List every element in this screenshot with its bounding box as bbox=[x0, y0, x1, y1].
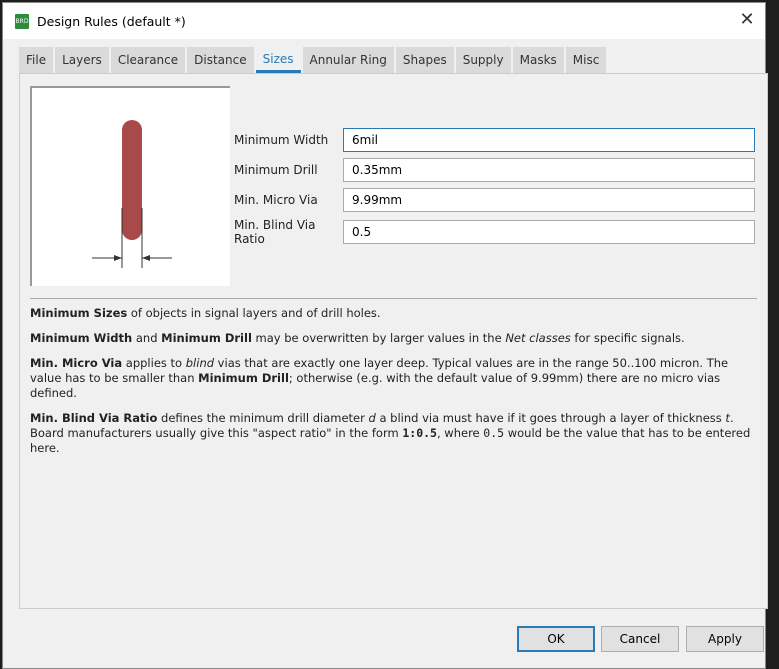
tab-supply[interactable]: Supply bbox=[455, 47, 511, 73]
apply-button[interactable]: Apply bbox=[686, 626, 764, 652]
help-paragraph: Minimum Sizes of objects in signal layer… bbox=[30, 306, 381, 320]
background-window bbox=[767, 0, 779, 669]
tab-sizes[interactable]: Sizes bbox=[255, 47, 301, 73]
arrowhead-right-icon bbox=[142, 255, 150, 261]
tab-bar: File Layers Clearance Distance Sizes Ann… bbox=[19, 47, 607, 73]
tab-clearance[interactable]: Clearance bbox=[110, 47, 186, 73]
minimum-drill-row: Minimum Drill bbox=[234, 158, 755, 182]
help-paragraph: Minimum Width and Minimum Drill may be o… bbox=[30, 331, 685, 345]
blind-via-ratio-label: Min. Blind Via Ratio bbox=[234, 218, 316, 246]
minimum-width-row: Minimum Width bbox=[234, 128, 755, 152]
micro-via-row: Min. Micro Via bbox=[234, 188, 755, 212]
micro-via-input[interactable] bbox=[343, 188, 755, 212]
via-size-illustration bbox=[30, 86, 230, 286]
tab-layers[interactable]: Layers bbox=[55, 47, 109, 73]
arrowhead-left-icon bbox=[114, 255, 122, 261]
blind-via-ratio-row: Min. Blind Via Ratio bbox=[234, 218, 755, 246]
dialog-title: Design Rules (default *) bbox=[37, 13, 186, 29]
brd-app-icon: BRD bbox=[15, 13, 29, 29]
via-drawing bbox=[92, 120, 172, 268]
micro-via-label: Min. Micro Via bbox=[234, 193, 318, 207]
design-rules-dialog: BRD Design Rules (default *) ✕ File Laye… bbox=[2, 2, 768, 669]
sizes-panel: Minimum Width Minimum Drill Min. Micro V… bbox=[19, 73, 768, 609]
tab-misc[interactable]: Misc bbox=[565, 47, 607, 73]
close-icon[interactable]: ✕ bbox=[735, 9, 759, 30]
tab-shapes[interactable]: Shapes bbox=[395, 47, 454, 73]
help-paragraph: Min. Blind Via Ratio defines the minimum… bbox=[30, 411, 751, 455]
separator bbox=[30, 298, 757, 299]
help-text: Minimum Sizes of objects in signal layer… bbox=[30, 306, 755, 466]
tab-distance[interactable]: Distance bbox=[187, 47, 254, 73]
help-paragraph: Min. Micro Via applies to blind vias tha… bbox=[30, 356, 729, 400]
title-bar: BRD Design Rules (default *) ✕ bbox=[3, 3, 765, 39]
ok-button[interactable]: OK bbox=[517, 626, 595, 652]
cancel-button[interactable]: Cancel bbox=[601, 626, 679, 652]
blind-via-ratio-input[interactable] bbox=[343, 220, 755, 244]
tab-annular-ring[interactable]: Annular Ring bbox=[302, 47, 394, 73]
minimum-width-label: Minimum Width bbox=[234, 133, 329, 147]
track-shape bbox=[122, 120, 142, 240]
minimum-drill-label: Minimum Drill bbox=[234, 163, 318, 177]
tab-file[interactable]: File bbox=[19, 47, 54, 73]
minimum-drill-input[interactable] bbox=[343, 158, 755, 182]
minimum-width-input[interactable] bbox=[343, 128, 755, 152]
tab-masks[interactable]: Masks bbox=[512, 47, 564, 73]
